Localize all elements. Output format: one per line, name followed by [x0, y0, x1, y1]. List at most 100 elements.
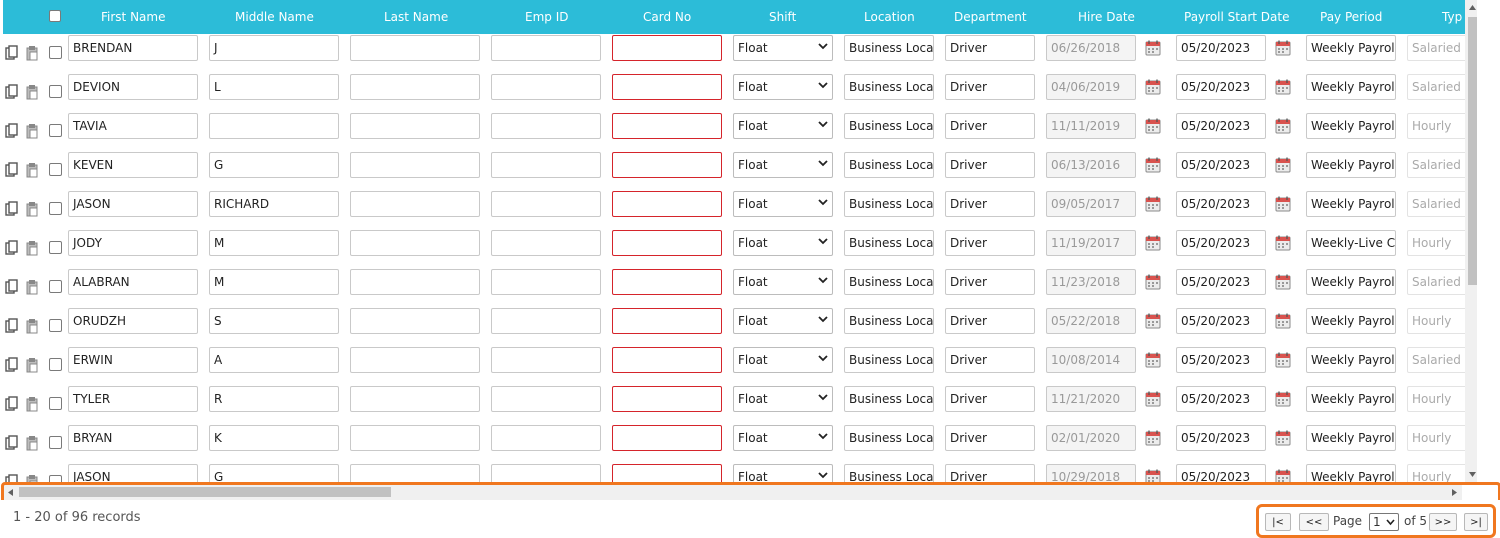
copy-icon[interactable] — [5, 279, 19, 295]
payroll-start-date-field[interactable]: 05/20/2023 — [1176, 347, 1266, 373]
calendar-icon[interactable] — [1145, 235, 1161, 251]
last-name-field[interactable] — [350, 152, 480, 178]
middle-name-field[interactable]: M — [209, 269, 339, 295]
pay-period-field[interactable]: Weekly Payroll — [1306, 113, 1396, 139]
department-field[interactable]: Driver — [945, 35, 1035, 61]
calendar-icon[interactable] — [1145, 391, 1161, 407]
card-no-field[interactable] — [612, 308, 722, 334]
card-no-field[interactable] — [612, 35, 722, 61]
pay-period-field[interactable]: Weekly Payroll — [1306, 269, 1396, 295]
last-name-field[interactable] — [350, 74, 480, 100]
first-name-field[interactable]: KEVEN — [68, 152, 198, 178]
calendar-icon[interactable] — [1275, 157, 1291, 173]
payroll-start-date-field[interactable]: 05/20/2023 — [1176, 464, 1266, 484]
pay-period-field[interactable]: Weekly-Live Ch — [1306, 230, 1396, 256]
middle-name-field[interactable]: M — [209, 230, 339, 256]
copy-icon[interactable] — [5, 396, 19, 412]
paste-icon[interactable] — [25, 396, 39, 412]
scroll-down-arrow-icon[interactable] — [1468, 470, 1477, 478]
col-header-department[interactable]: Department — [954, 10, 1027, 24]
calendar-icon[interactable] — [1145, 157, 1161, 173]
col-header-middle-name[interactable]: Middle Name — [235, 10, 314, 24]
card-no-field[interactable] — [612, 152, 722, 178]
payroll-start-date-field[interactable]: 05/20/2023 — [1176, 386, 1266, 412]
calendar-icon[interactable] — [1145, 118, 1161, 134]
department-field[interactable]: Driver — [945, 74, 1035, 100]
emp-id-field[interactable] — [491, 152, 601, 178]
copy-icon[interactable] — [5, 201, 19, 217]
first-name-field[interactable]: DEVION — [68, 74, 198, 100]
card-no-field[interactable] — [612, 347, 722, 373]
card-no-field[interactable] — [612, 425, 722, 451]
middle-name-field[interactable]: J — [209, 35, 339, 61]
card-no-field[interactable] — [612, 191, 722, 217]
department-field[interactable]: Driver — [945, 464, 1035, 484]
first-name-field[interactable]: ERWIN — [68, 347, 198, 373]
last-name-field[interactable] — [350, 386, 480, 412]
middle-name-field[interactable]: L — [209, 74, 339, 100]
location-field[interactable]: Business Locat — [844, 35, 934, 61]
payroll-start-date-field[interactable]: 05/20/2023 — [1176, 308, 1266, 334]
department-field[interactable]: Driver — [945, 386, 1035, 412]
copy-icon[interactable] — [5, 162, 19, 178]
middle-name-field[interactable]: K — [209, 425, 339, 451]
last-name-field[interactable] — [350, 347, 480, 373]
row-checkbox[interactable] — [49, 436, 62, 449]
shift-select[interactable]: Float — [733, 464, 833, 484]
emp-id-field[interactable] — [491, 386, 601, 412]
location-field[interactable]: Business Locat — [844, 464, 934, 484]
row-checkbox[interactable] — [49, 241, 62, 254]
calendar-icon[interactable] — [1275, 274, 1291, 290]
pay-period-field[interactable]: Weekly Payroll — [1306, 308, 1396, 334]
calendar-icon[interactable] — [1145, 196, 1161, 212]
last-name-field[interactable] — [350, 308, 480, 334]
row-checkbox[interactable] — [49, 280, 62, 293]
pay-period-field[interactable]: Weekly Payroll — [1306, 191, 1396, 217]
select-all-checkbox[interactable] — [49, 10, 61, 22]
row-checkbox[interactable] — [49, 397, 62, 410]
col-header-last-name[interactable]: Last Name — [384, 10, 448, 24]
emp-id-field[interactable] — [491, 347, 601, 373]
copy-icon[interactable] — [5, 357, 19, 373]
calendar-icon[interactable] — [1145, 40, 1161, 56]
col-header-card-no[interactable]: Card No — [643, 10, 691, 24]
emp-id-field[interactable] — [491, 464, 601, 484]
location-field[interactable]: Business Locat — [844, 191, 934, 217]
paste-icon[interactable] — [25, 240, 39, 256]
shift-select[interactable]: Float — [733, 113, 833, 139]
last-page-button[interactable]: >| — [1464, 513, 1488, 531]
emp-id-field[interactable] — [491, 35, 601, 61]
paste-icon[interactable] — [25, 318, 39, 334]
calendar-icon[interactable] — [1145, 274, 1161, 290]
paste-icon[interactable] — [25, 162, 39, 178]
location-field[interactable]: Business Locat — [844, 308, 934, 334]
calendar-icon[interactable] — [1275, 313, 1291, 329]
card-no-field[interactable] — [612, 230, 722, 256]
department-field[interactable]: Driver — [945, 269, 1035, 295]
location-field[interactable]: Business Locat — [844, 269, 934, 295]
department-field[interactable]: Driver — [945, 308, 1035, 334]
pay-period-field[interactable]: Weekly Payroll — [1306, 347, 1396, 373]
payroll-start-date-field[interactable]: 05/20/2023 — [1176, 74, 1266, 100]
shift-select[interactable]: Float — [733, 308, 833, 334]
last-name-field[interactable] — [350, 269, 480, 295]
payroll-start-date-field[interactable]: 05/20/2023 — [1176, 35, 1266, 61]
paste-icon[interactable] — [25, 45, 39, 61]
middle-name-field[interactable]: S — [209, 308, 339, 334]
location-field[interactable]: Business Locat — [844, 113, 934, 139]
first-name-field[interactable]: TAVIA — [68, 113, 198, 139]
payroll-start-date-field[interactable]: 05/20/2023 — [1176, 152, 1266, 178]
pay-period-field[interactable]: Weekly Payroll — [1306, 386, 1396, 412]
card-no-field[interactable] — [612, 386, 722, 412]
payroll-start-date-field[interactable]: 05/20/2023 — [1176, 230, 1266, 256]
row-checkbox[interactable] — [49, 319, 62, 332]
copy-icon[interactable] — [5, 318, 19, 334]
calendar-icon[interactable] — [1145, 79, 1161, 95]
vertical-scroll-thumb[interactable] — [1468, 17, 1477, 285]
paste-icon[interactable] — [25, 435, 39, 451]
middle-name-field[interactable]: G — [209, 152, 339, 178]
emp-id-field[interactable] — [491, 425, 601, 451]
emp-id-field[interactable] — [491, 269, 601, 295]
copy-icon[interactable] — [5, 45, 19, 61]
location-field[interactable]: Business Locat — [844, 425, 934, 451]
